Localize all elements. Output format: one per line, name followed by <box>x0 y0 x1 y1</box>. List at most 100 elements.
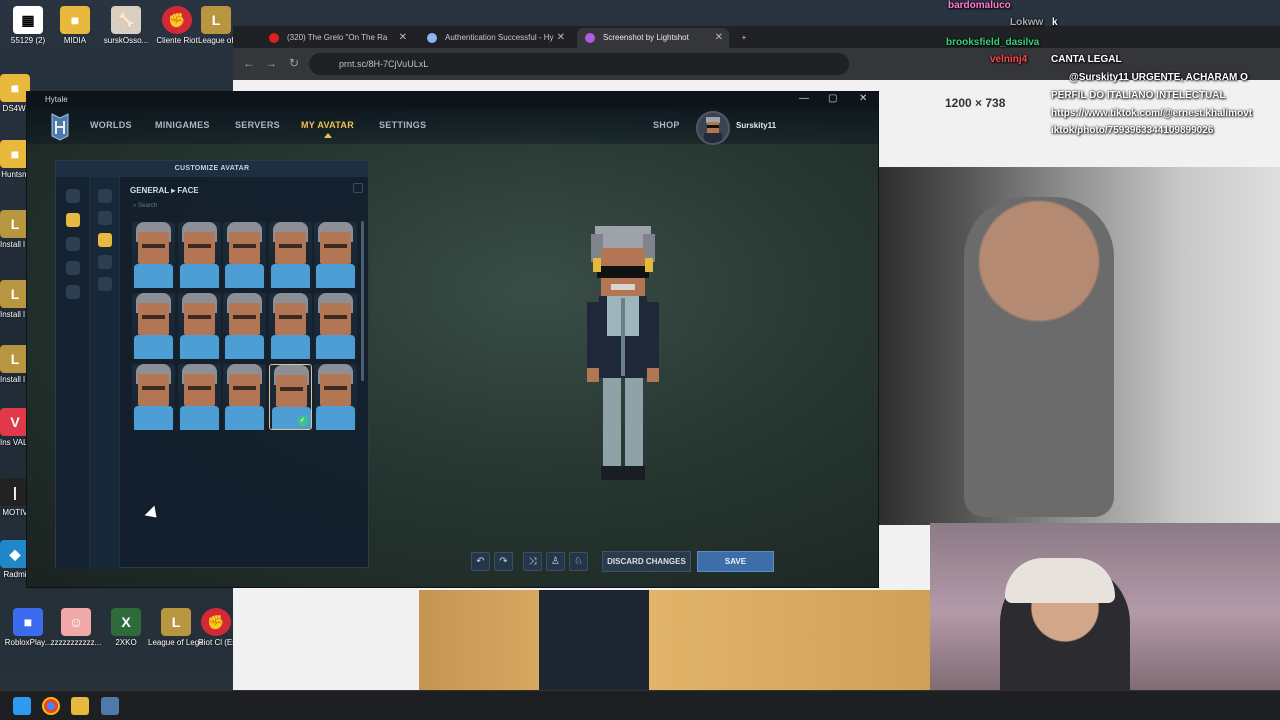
close-icon[interactable]: ✕ <box>859 93 867 104</box>
desktop-icon[interactable]: ✊ Cliente Riot <box>149 6 205 46</box>
chat-username: bardomaluco <box>948 0 1011 11</box>
tab-youtube[interactable]: (320) The Grelo "On The Ra ✕ <box>261 28 413 48</box>
lightshot-icon <box>585 33 595 43</box>
user-avatar-icon <box>704 117 722 143</box>
search-input[interactable]: ⌕ Search <box>133 203 353 215</box>
screenshot-photo <box>879 167 1280 525</box>
category-body-icon[interactable] <box>66 189 80 203</box>
nav-settings[interactable]: SETTINGS <box>379 120 426 130</box>
close-tab-icon[interactable]: ✕ <box>557 28 565 48</box>
forward-icon[interactable]: → <box>265 56 277 70</box>
hytale-logo-icon <box>51 113 69 141</box>
pose-icon[interactable]: ♘ <box>569 552 588 571</box>
roblox-icon: ■ <box>13 608 43 636</box>
subcategory-eyes-icon[interactable] <box>98 255 112 269</box>
folder-icon: ■ <box>60 6 90 34</box>
bone-icon: 🦴 <box>111 6 141 34</box>
chat-message: https://www.tiktok.com/@ernest.khalimovt <box>1051 108 1253 119</box>
redo-icon[interactable]: ↷ <box>494 552 513 571</box>
subcategory-face-icon[interactable] <box>98 233 112 247</box>
desktop-icon[interactable]: X 2XKO <box>98 608 154 648</box>
face-option[interactable] <box>177 293 221 359</box>
window-title: Hytale <box>45 95 68 104</box>
undo-icon[interactable]: ↶ <box>471 552 490 571</box>
username[interactable]: Surskity11 <box>736 121 776 130</box>
customize-avatar-panel: CUSTOMIZE AVATAR GENERAL ▸ FACE ⌕ Search <box>55 160 369 569</box>
close-tab-icon[interactable]: ✕ <box>399 28 407 48</box>
nav-worlds[interactable]: WORLDS <box>90 120 132 130</box>
desktop-icon[interactable]: 🦴 surskOsso... <box>98 6 154 46</box>
face-option[interactable] <box>268 293 312 359</box>
face-option[interactable] <box>223 293 266 359</box>
reload-icon[interactable]: ↻ <box>289 56 299 70</box>
tab-lightshot[interactable]: Screenshot by Lightshot ✕ <box>577 28 729 48</box>
category-clothes-icon[interactable] <box>66 261 80 275</box>
face-option[interactable] <box>223 364 266 430</box>
face-option[interactable] <box>177 364 221 430</box>
url-field[interactable]: prnt.sc/8H-7CjVuULxL <box>309 53 849 75</box>
scrollbar[interactable] <box>361 221 364 381</box>
discard-changes-button[interactable]: DISCARD CHANGES <box>602 551 691 572</box>
back-icon[interactable]: ← <box>243 56 255 70</box>
nav-my-avatar[interactable]: MY AVATAR <box>301 120 354 138</box>
windows-start-icon[interactable] <box>13 697 31 715</box>
taskbar <box>0 690 1280 720</box>
tab-authentication[interactable]: Authentication Successful - Hy ✕ <box>419 28 571 48</box>
category-accessory-icon[interactable] <box>66 285 80 299</box>
nav-servers[interactable]: SERVERS <box>235 120 280 130</box>
face-option[interactable] <box>314 364 357 430</box>
save-button[interactable]: SAVE <box>697 551 774 572</box>
league-icon: L <box>201 6 231 34</box>
search-icon: ⌕ <box>133 203 137 209</box>
avatar[interactable] <box>696 111 730 145</box>
face-option[interactable] <box>223 222 266 288</box>
close-tab-icon[interactable]: ✕ <box>715 28 723 48</box>
subcategory-body-icon[interactable] <box>98 189 112 203</box>
nav-minigames[interactable]: MINIGAMES <box>155 120 210 130</box>
face-option[interactable] <box>314 293 357 359</box>
chat-username: Lokww <box>1010 17 1044 28</box>
maximize-icon[interactable]: ▢ <box>828 93 837 104</box>
chrome-icon[interactable] <box>42 697 60 715</box>
category-hair-icon[interactable] <box>66 237 80 251</box>
file-explorer-icon[interactable] <box>71 697 89 715</box>
hytale-taskbar-icon[interactable] <box>101 697 119 715</box>
chat-message: @Surskity11 URGENTE, ACHARAM O <box>1069 72 1248 83</box>
category-rail <box>56 177 90 569</box>
new-tab-button[interactable]: + <box>733 28 755 48</box>
riot-icon: ✊ <box>201 608 231 636</box>
chat-message: k <box>1052 17 1058 28</box>
face-option[interactable]: ✓ <box>268 364 312 430</box>
chat-username: brooksfield_dasilva <box>946 37 1040 48</box>
2xko-icon: X <box>111 608 141 636</box>
outfit-icon[interactable]: ♙ <box>546 552 565 571</box>
face-option[interactable] <box>177 222 221 288</box>
youtube-icon <box>269 33 279 43</box>
desktop-icon[interactable]: L League of Legen... <box>198 6 234 46</box>
face-option[interactable] <box>132 222 175 288</box>
desktop-icon[interactable]: L League of Legend... <box>148 608 204 648</box>
qr-code-icon: ▦ <box>13 6 43 34</box>
category-general-icon[interactable] <box>66 213 80 227</box>
desktop-icon[interactable]: ☺ zzzzzzzzzzz... <box>48 608 104 648</box>
face-option[interactable] <box>132 364 175 430</box>
face-option[interactable] <box>268 222 312 288</box>
panel-title: CUSTOMIZE AVATAR <box>56 161 368 177</box>
nav-shop[interactable]: SHOP <box>653 120 680 130</box>
subcategory-skin-icon[interactable] <box>98 211 112 225</box>
chat-username: velninj4 <box>990 54 1028 65</box>
desktop-icon[interactable]: ■ MIDIA <box>47 6 103 46</box>
randomize-icon[interactable]: ⤨ <box>523 552 542 571</box>
face-option[interactable] <box>132 293 175 359</box>
desktop-icon[interactable]: ✊ Riot Cl (Espo <box>198 608 234 648</box>
plus-icon: + <box>741 33 747 42</box>
minimize-icon[interactable]: — <box>799 93 809 104</box>
subcategory-ears-icon[interactable] <box>98 277 112 291</box>
face-option[interactable] <box>314 222 357 288</box>
selected-check-icon: ✓ <box>297 416 308 426</box>
stream-chat: bardomaluco Lokww k brooksfield_dasilva … <box>940 0 1280 160</box>
globe-icon <box>427 33 437 43</box>
league-icon: L <box>161 608 191 636</box>
panel-toggle-icon[interactable] <box>353 183 363 193</box>
avatar-preview[interactable] <box>573 218 673 498</box>
